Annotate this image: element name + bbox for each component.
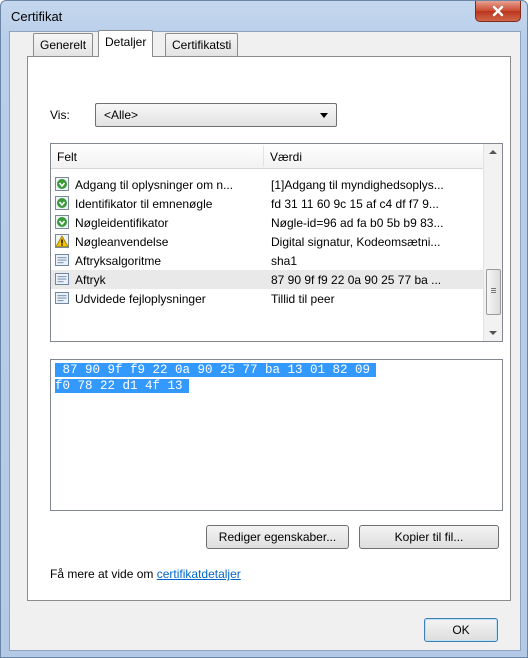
learn-more-text: Få mere at vide om certifikatdetaljer	[50, 567, 241, 581]
property-icon	[55, 292, 69, 304]
field-name: Nøgleanvendelse	[75, 235, 169, 249]
window-title: Certifikat	[11, 9, 63, 24]
show-dropdown-value: <Alle>	[104, 108, 139, 122]
value-line-1: 87 90 9f f9 22 0a 90 25 77 ba 13 01 82 0…	[55, 363, 377, 377]
extension-down-icon	[55, 196, 69, 210]
extension-down-icon	[55, 177, 69, 191]
tab-details[interactable]: Detaljer	[98, 30, 154, 57]
extension-down-icon	[55, 215, 69, 229]
copy-to-file-button[interactable]: Kopier til fil...	[359, 525, 499, 549]
list-header: Felt Værdi	[51, 144, 483, 169]
list-item-selected[interactable]: Aftryk 87 90 9f f9 22 0a 90 25 77 ba ...	[51, 270, 483, 289]
property-icon	[55, 273, 69, 285]
field-value: Nøgle-id=96 ad fa b0 5b b9 83...	[271, 216, 444, 230]
grip-icon	[491, 288, 496, 289]
chevron-down-icon	[489, 331, 497, 335]
warning-icon	[55, 234, 69, 248]
close-icon	[492, 5, 504, 17]
field-name: Adgang til oplysninger om n...	[75, 178, 234, 192]
value-line-2: f0 78 22 d1 4f 13	[55, 379, 189, 393]
value-detail-box[interactable]: 87 90 9f f9 22 0a 90 25 77 ba 13 01 82 0…	[50, 359, 503, 511]
close-button[interactable]	[475, 1, 521, 22]
column-header-field[interactable]: Felt	[57, 150, 77, 164]
ok-button[interactable]: OK	[424, 618, 498, 642]
field-value: Digital signatur, Kodeomsætni...	[271, 235, 441, 249]
list-item[interactable]: Nøgleidentifikator Nøgle-id=96 ad fa b0 …	[51, 213, 483, 232]
list-item[interactable]: Adgang til oplysninger om n... [1]Adgang…	[51, 175, 483, 194]
field-value: Tillid til peer	[271, 292, 335, 306]
property-icon	[55, 254, 69, 266]
field-name: Nøgleidentifikator	[75, 216, 169, 230]
field-value: fd 31 11 60 9c 15 af c4 df f7 9...	[271, 197, 439, 211]
field-value: [1]Adgang til myndighedsoplys...	[271, 178, 444, 192]
scroll-thumb[interactable]	[486, 269, 501, 315]
scroll-up-button[interactable]	[484, 144, 502, 160]
field-name: Aftryk	[75, 273, 106, 287]
show-dropdown[interactable]: <Alle>	[95, 103, 337, 127]
field-name: Identifikator til emnenøgle	[75, 197, 213, 211]
value-text[interactable]: 87 90 9f f9 22 0a 90 25 77 ba 13 01 82 0…	[55, 362, 377, 394]
title-bar[interactable]: Certifikat	[1, 1, 527, 31]
list-scrollbar[interactable]	[483, 144, 502, 341]
scroll-down-button[interactable]	[484, 325, 502, 341]
field-value: sha1	[271, 254, 298, 268]
field-name: Aftryksalgoritme	[75, 254, 162, 268]
chevron-up-icon	[489, 150, 497, 154]
learn-more-prefix: Få mere at vide om	[50, 567, 157, 581]
tab-general[interactable]: Generelt	[33, 33, 94, 56]
tab-certification-path[interactable]: Certifikatsti	[165, 33, 239, 56]
column-divider[interactable]	[263, 146, 264, 166]
list-item[interactable]: Nøgleanvendelse Digital signatur, Kodeom…	[51, 232, 483, 251]
fields-list[interactable]: Felt Værdi Adgang til oplysninger om n..…	[50, 143, 503, 342]
column-header-value[interactable]: Værdi	[270, 150, 302, 164]
field-value: 87 90 9f f9 22 0a 90 25 77 ba ...	[271, 273, 442, 287]
show-label: Vis:	[50, 108, 70, 122]
chevron-down-icon	[320, 113, 328, 118]
field-name: Udvidede fejloplysninger	[75, 292, 206, 306]
list-item[interactable]: Identifikator til emnenøgle fd 31 11 60 …	[51, 194, 483, 213]
list-item[interactable]: Aftryksalgoritme sha1	[51, 251, 483, 270]
certificate-details-link[interactable]: certifikatdetaljer	[157, 567, 241, 581]
edit-properties-button[interactable]: Rediger egenskaber...	[206, 525, 349, 549]
list-item[interactable]: Udvidede fejloplysninger Tillid til peer	[51, 289, 483, 308]
